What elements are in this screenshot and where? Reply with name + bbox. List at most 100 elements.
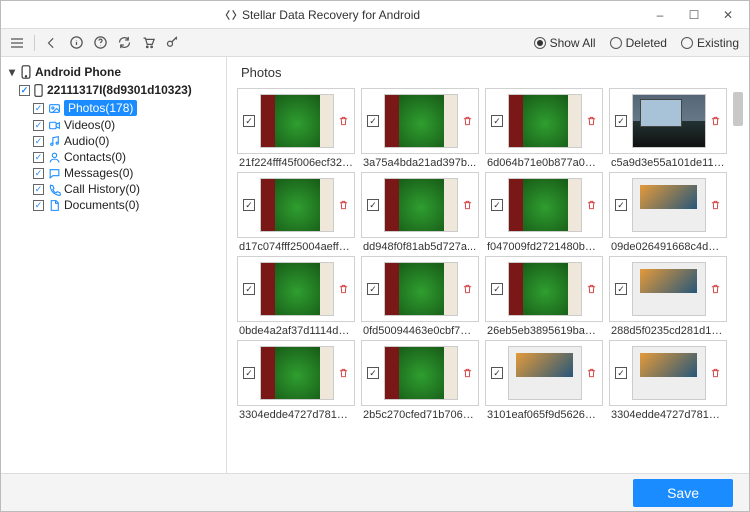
photo-thumbnail[interactable]: [260, 94, 334, 148]
filter-show-all[interactable]: Show All: [534, 36, 596, 50]
cart-icon[interactable]: [138, 33, 158, 53]
photo-item[interactable]: d17c074fff25004aeff3...: [237, 172, 355, 254]
photo-checkbox[interactable]: [615, 283, 627, 295]
photo-checkbox[interactable]: [491, 115, 503, 127]
sidebar: ▾ Android Phone 22111317I(8d9301d10323) …: [1, 57, 227, 473]
call-icon: [47, 182, 61, 196]
photo-thumbnail[interactable]: [384, 262, 458, 316]
category-checkbox[interactable]: [33, 103, 44, 114]
trash-icon: [710, 199, 721, 211]
photo-item[interactable]: 3a75a4bda21ad397b...: [361, 88, 479, 170]
photo-filename: 3304edde4727d78185...: [237, 406, 355, 422]
photo-checkbox[interactable]: [367, 199, 379, 211]
photo-checkbox[interactable]: [615, 199, 627, 211]
photo-thumbnail[interactable]: [632, 346, 706, 400]
maximize-button[interactable]: ☐: [677, 4, 711, 26]
minimize-button[interactable]: –: [643, 4, 677, 26]
photo-thumbnail[interactable]: [260, 178, 334, 232]
photo-checkbox[interactable]: [491, 199, 503, 211]
photo-item[interactable]: 21f224fff45f006ecf32c...: [237, 88, 355, 170]
photo-item[interactable]: f047009fd2721480b94...: [485, 172, 603, 254]
device-checkbox[interactable]: [19, 85, 30, 96]
category-checkbox[interactable]: [33, 200, 44, 211]
photo-thumbnail[interactable]: [632, 94, 706, 148]
photo-item[interactable]: 3304edde4727d78185...: [609, 340, 727, 422]
photo-item[interactable]: c5a9d3e55a101de114...: [609, 88, 727, 170]
scrollbar[interactable]: [733, 92, 743, 467]
photo-thumbnail[interactable]: [632, 178, 706, 232]
photo-thumbnail[interactable]: [508, 346, 582, 400]
photo-checkbox[interactable]: [367, 283, 379, 295]
sidebar-item-video[interactable]: Videos(0): [5, 117, 222, 133]
photo-thumbnail[interactable]: [260, 262, 334, 316]
photo-checkbox[interactable]: [615, 115, 627, 127]
messages-icon: [47, 166, 61, 180]
photo-filename: 3101eaf065f9d5626cb...: [485, 406, 603, 422]
category-checkbox[interactable]: [33, 136, 44, 147]
photo-item[interactable]: 3304edde4727d78185...: [237, 340, 355, 422]
photo-checkbox[interactable]: [243, 367, 255, 379]
photo-checkbox[interactable]: [491, 283, 503, 295]
photo-thumbnail[interactable]: [384, 178, 458, 232]
sidebar-item-audio[interactable]: Audio(0): [5, 133, 222, 149]
sidebar-item-photo[interactable]: Photos(178): [5, 99, 222, 117]
photo-filename: f047009fd2721480b94...: [485, 238, 603, 254]
sidebar-item-call[interactable]: Call History(0): [5, 181, 222, 197]
category-label: Contacts(0): [64, 150, 126, 164]
photo-checkbox[interactable]: [367, 367, 379, 379]
photo-filename: dd948f0f81ab5d727a...: [361, 238, 479, 254]
scrollbar-thumb[interactable]: [733, 92, 743, 126]
save-button[interactable]: Save: [633, 479, 733, 507]
photo-item[interactable]: dd948f0f81ab5d727a...: [361, 172, 479, 254]
trash-icon: [586, 199, 597, 211]
sidebar-item-messages[interactable]: Messages(0): [5, 165, 222, 181]
photo-checkbox[interactable]: [243, 199, 255, 211]
help-icon[interactable]: [90, 33, 110, 53]
photo-item[interactable]: 3101eaf065f9d5626cb...: [485, 340, 603, 422]
tree-device[interactable]: 22111317I(8d9301d10323): [5, 81, 222, 99]
sidebar-item-document[interactable]: Documents(0): [5, 197, 222, 213]
info-icon[interactable]: [66, 33, 86, 53]
photo-filename: 26eb5eb3895619ba56...: [485, 322, 603, 338]
photo-filename: 288d5f0235cd281d13...: [609, 322, 727, 338]
photo-thumbnail[interactable]: [632, 262, 706, 316]
photo-item[interactable]: 288d5f0235cd281d13...: [609, 256, 727, 338]
photo-thumbnail[interactable]: [384, 346, 458, 400]
sidebar-item-contacts[interactable]: Contacts(0): [5, 149, 222, 165]
photo-filename: 0bde4a2af37d1114d3...: [237, 322, 355, 338]
photo-checkbox[interactable]: [615, 367, 627, 379]
photo-item[interactable]: 09de026491668c4d03...: [609, 172, 727, 254]
refresh-icon[interactable]: [114, 33, 134, 53]
category-checkbox[interactable]: [33, 120, 44, 131]
menu-icon[interactable]: [7, 33, 27, 53]
photo-checkbox[interactable]: [243, 115, 255, 127]
photo-thumbnail[interactable]: [508, 94, 582, 148]
photo-item[interactable]: 6d064b71e0b877a039...: [485, 88, 603, 170]
photo-checkbox[interactable]: [243, 283, 255, 295]
photo-item[interactable]: 0bde4a2af37d1114d3...: [237, 256, 355, 338]
photo-item[interactable]: 2b5c270cfed71b7067...: [361, 340, 479, 422]
photo-item[interactable]: 26eb5eb3895619ba56...: [485, 256, 603, 338]
category-checkbox[interactable]: [33, 184, 44, 195]
phone-icon: [34, 84, 43, 97]
photo-thumbnail[interactable]: [508, 178, 582, 232]
photo-thumbnail[interactable]: [508, 262, 582, 316]
back-icon[interactable]: [42, 33, 62, 53]
photo-thumbnail[interactable]: [260, 346, 334, 400]
photo-item[interactable]: 0fd50094463e0cbf7af...: [361, 256, 479, 338]
audio-icon: [47, 134, 61, 148]
collapse-icon[interactable]: ▾: [7, 65, 17, 79]
filter-deleted[interactable]: Deleted: [610, 36, 667, 50]
filter-existing[interactable]: Existing: [681, 36, 739, 50]
tree-root[interactable]: ▾ Android Phone: [5, 63, 222, 81]
key-icon[interactable]: [162, 33, 182, 53]
close-button[interactable]: ✕: [711, 4, 745, 26]
photo-grid: 21f224fff45f006ecf32c...3a75a4bda21ad397…: [237, 88, 729, 422]
photo-checkbox[interactable]: [367, 115, 379, 127]
category-label: Messages(0): [64, 166, 133, 180]
category-checkbox[interactable]: [33, 152, 44, 163]
photo-checkbox[interactable]: [491, 367, 503, 379]
trash-icon: [338, 283, 349, 295]
category-checkbox[interactable]: [33, 168, 44, 179]
photo-thumbnail[interactable]: [384, 94, 458, 148]
